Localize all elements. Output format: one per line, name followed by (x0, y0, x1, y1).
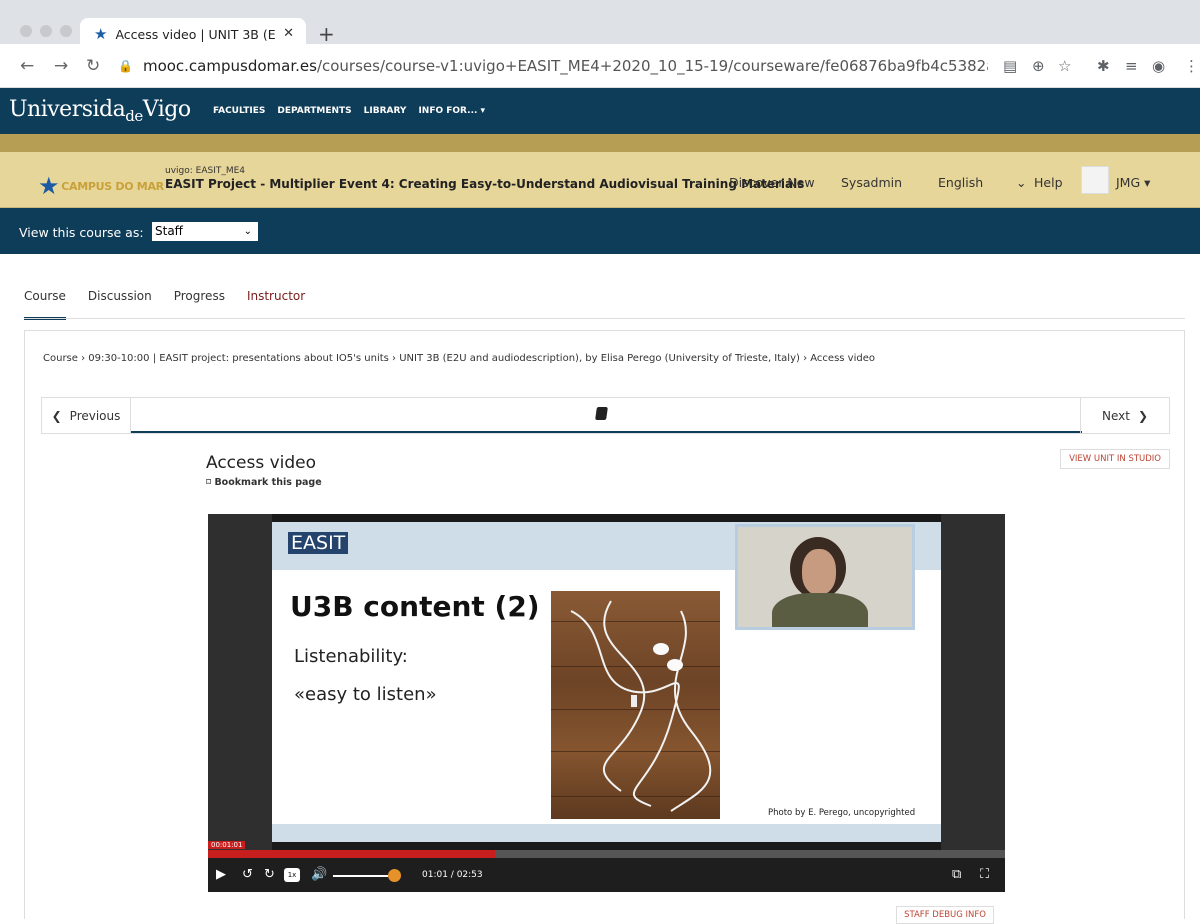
reload-icon[interactable]: ↻ (86, 56, 100, 76)
video-player[interactable]: EASIT U3B content (2) Listenability: «ea… (208, 514, 1005, 850)
previous-button[interactable]: ❮ Previous (42, 398, 131, 433)
lock-icon: 🔒 (118, 59, 133, 73)
page-title: Access video (206, 453, 317, 473)
view-as-bar: View this course as: Staff ⌄ (0, 208, 1200, 254)
tab-discussion[interactable]: Discussion (88, 289, 152, 320)
reading-list-icon[interactable]: ≡ (1125, 57, 1138, 75)
progress-time-tooltip: 00:01:01 (208, 841, 246, 849)
tab-title: Access video | UNIT 3B (E2U a (115, 26, 276, 42)
gold-divider (0, 134, 1200, 152)
campus-header: ★ CAMPUS DO MAR uvigo: EASIT_ME4 EASIT P… (0, 152, 1200, 208)
skip-forward-icon[interactable]: ↻ (264, 867, 275, 882)
slide-title: U3B content (2) (290, 590, 540, 623)
address-bar[interactable]: 🔒 mooc.campusdomar.es/courses/course-v1:… (118, 52, 988, 80)
sequence-nav: ❮ Previous Next ❯ (41, 397, 1170, 434)
course-name: EASIT Project - Multiplier Event 4: Crea… (165, 177, 805, 191)
chevron-down-icon: ⌄ (243, 226, 252, 237)
campus-logo[interactable]: ★ CAMPUS DO MAR (38, 172, 164, 200)
video-time: 01:01 / 02:53 (422, 870, 483, 880)
captions-icon[interactable]: ⧉ (952, 867, 961, 882)
nav-departments[interactable]: DEPARTMENTS (277, 106, 351, 116)
photo-credit: Photo by E. Perego, uncopyrighted (768, 808, 916, 818)
browser-toolbar: ← → ↻ 🔒 mooc.campusdomar.es/courses/cour… (0, 44, 1200, 88)
play-icon[interactable]: ▶ (216, 867, 226, 882)
earphones-photo (551, 591, 720, 819)
course-tabs: Course Discussion Progress Instructor (24, 289, 327, 320)
view-as-label: View this course as: (19, 225, 144, 240)
tab-course[interactable]: Course (24, 289, 66, 320)
url-path: /courses/course-v1:uvigo+EASIT_ME4+2020_… (316, 57, 988, 75)
slide-line-2: «easy to listen» (294, 684, 437, 705)
university-header: UniversidadeVigo FACULTIES DEPARTMENTS L… (0, 88, 1200, 134)
forward-icon[interactable]: → (54, 56, 68, 76)
user-menu[interactable]: JMG ▾ (1116, 175, 1150, 190)
bookmark-icon: ⌑ (206, 477, 212, 488)
sysadmin-link[interactable]: Sysadmin (841, 175, 902, 190)
fullscreen-icon[interactable]: ⛶ (980, 867, 989, 882)
video-frame-slide: EASIT U3B content (2) Listenability: «ea… (272, 522, 941, 842)
browser-tabbar: ★ Access video | UNIT 3B (E2U a ✕ + (0, 0, 1200, 50)
volume-slider[interactable] (333, 875, 388, 877)
speed-button[interactable]: 1x (284, 868, 300, 882)
view-in-studio-button[interactable]: VIEW UNIT IN STUDIO (1060, 449, 1170, 469)
sequence-tab-video[interactable] (131, 398, 1082, 433)
skip-back-icon[interactable]: ↺ (242, 867, 253, 882)
bookmark-star-icon[interactable]: ☆ (1058, 57, 1071, 75)
breadcrumb[interactable]: Course › 09:30-10:00 | EASIT project: pr… (43, 353, 875, 364)
volume-icon[interactable]: 🔊 (311, 867, 327, 882)
extensions-icon[interactable]: ✱ (1097, 57, 1110, 75)
profile-icon[interactable]: ◉ (1152, 57, 1165, 75)
new-tab-icon[interactable]: + (318, 22, 335, 46)
chevron-down-icon[interactable]: ⌄ (1016, 175, 1026, 190)
next-button[interactable]: Next ❯ (1080, 398, 1169, 433)
university-nav: FACULTIES DEPARTMENTS LIBRARY INFO FOR..… (213, 106, 485, 116)
tab-progress[interactable]: Progress (174, 289, 225, 320)
star-favicon-icon: ★ (94, 25, 108, 43)
easit-logo: EASIT (288, 532, 349, 554)
video-letterbox-right (941, 514, 1005, 850)
chevron-right-icon: ❯ (1137, 408, 1149, 423)
close-tab-icon[interactable]: ✕ (283, 26, 294, 41)
speaker-webcam (735, 524, 915, 630)
language-select[interactable]: English (938, 175, 983, 190)
course-org: uvigo: EASIT_ME4 (165, 166, 246, 176)
translate-icon[interactable]: ▤ (1003, 57, 1017, 75)
staff-debug-button[interactable]: STAFF DEBUG INFO (896, 906, 994, 924)
tabs-divider (24, 318, 1185, 319)
chevron-left-icon: ❮ (51, 408, 62, 423)
tab-instructor[interactable]: Instructor (247, 289, 305, 320)
video-progress-bar[interactable] (208, 850, 1005, 858)
zoom-icon[interactable]: ⊕ (1032, 57, 1045, 75)
video-letterbox-left (208, 514, 272, 850)
bookmark-button[interactable]: ⌑ Bookmark this page (206, 477, 322, 488)
back-icon[interactable]: ← (20, 56, 34, 76)
video-unit-icon (595, 407, 608, 420)
nav-library[interactable]: LIBRARY (364, 106, 407, 116)
courseware-panel: Course › 09:30-10:00 | EASIT project: pr… (24, 330, 1185, 924)
campus-star-icon: ★ (38, 172, 60, 200)
video-controls: ▶ ↺ ↻ 1x 🔊 01:01 / 02:53 ⧉ ⛶ (208, 858, 1005, 892)
help-link[interactable]: Help (1034, 175, 1063, 190)
window-controls[interactable] (20, 25, 72, 37)
nav-info-for[interactable]: INFO FOR... ▾ (418, 106, 485, 116)
discover-new-link[interactable]: Discover New (729, 175, 815, 190)
url-host: mooc.campusdomar.es (142, 57, 317, 75)
university-logo[interactable]: UniversidadeVigo (9, 97, 191, 125)
nav-faculties[interactable]: FACULTIES (213, 106, 265, 116)
menu-icon[interactable]: ⋮ (1184, 57, 1199, 75)
volume-slider-handle[interactable] (388, 869, 401, 882)
video-progress-fill (208, 850, 495, 858)
slide-line-1: Listenability: (294, 646, 408, 667)
avatar[interactable] (1081, 166, 1109, 194)
view-as-select[interactable]: Staff ⌄ (152, 222, 258, 241)
